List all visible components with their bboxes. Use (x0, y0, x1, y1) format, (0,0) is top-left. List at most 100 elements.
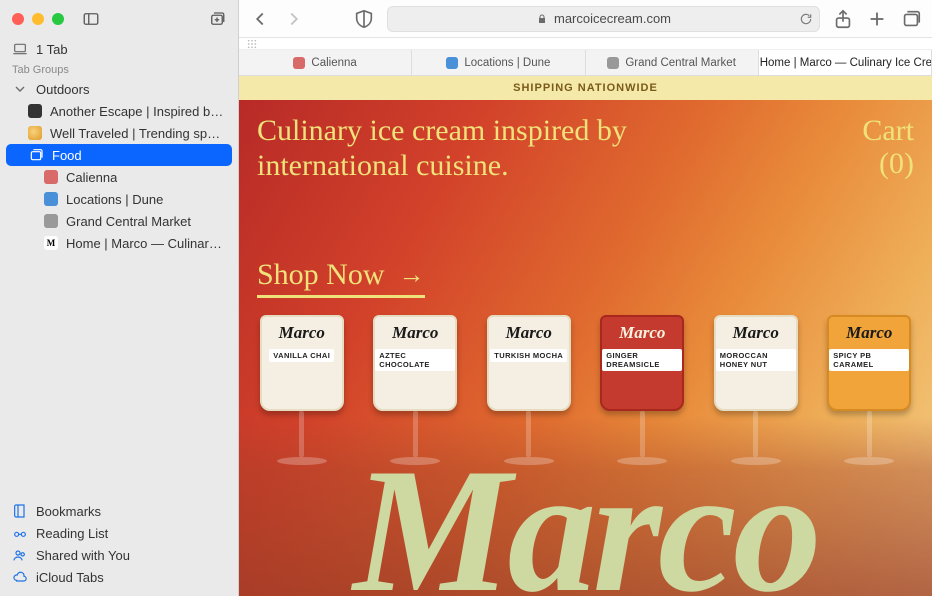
sidebar-item-label: Well Traveled | Trending spots, en… (50, 126, 226, 141)
tab-label: Grand Central Market (625, 57, 736, 69)
sidebar-item-food[interactable]: Food (6, 144, 232, 166)
tab-group-outdoors[interactable]: Outdoors (0, 78, 238, 100)
back-button[interactable] (249, 8, 271, 30)
brand-logo-text: Marco (239, 455, 932, 596)
reading-list-label: Reading List (36, 526, 108, 541)
pint-flavor: GINGER DREAMSICLE (602, 349, 682, 371)
pint-flavor: VANILLA CHAI (269, 349, 334, 362)
cart-link[interactable]: Cart (0) (862, 114, 914, 180)
sidebar-item-gcm[interactable]: Grand Central Market (0, 210, 238, 232)
tab-dune[interactable]: Locations | Dune (412, 50, 585, 75)
tab-gcm[interactable]: Grand Central Market (586, 50, 759, 75)
pint-flavor: SPICY PB CARAMEL (829, 349, 909, 371)
toolbar: marcoicecream.com (239, 0, 932, 38)
hero-headline: Culinary ice cream inspired by internati… (257, 114, 677, 183)
sidebar: 1 Tab Tab Groups Outdoors Another Escape… (0, 0, 239, 596)
sidebar-item-label: Locations | Dune (66, 192, 163, 207)
tab-group-icon (28, 147, 44, 163)
favicon-icon: M (44, 236, 58, 250)
pint-cup: Marco MOROCCAN HONEY NUT (714, 315, 798, 411)
favicon-icon (44, 170, 58, 184)
arrow-right-icon: → (399, 260, 425, 290)
sidebar-item-dune[interactable]: Locations | Dune (0, 188, 238, 210)
tab-label: Calienna (311, 57, 356, 69)
minimize-window-button[interactable] (32, 13, 44, 25)
sidebar-item-label: Another Escape | Inspired by nature (50, 104, 226, 119)
tab-groups-heading: Tab Groups (0, 60, 238, 78)
main-content-area: marcoicecream.com Calienna (239, 0, 932, 596)
favorites-bar (239, 38, 932, 50)
tab-calienna[interactable]: Calienna (239, 50, 412, 75)
sidebar-toggle-icon[interactable] (82, 10, 100, 28)
favicon-icon (293, 57, 305, 69)
people-icon (12, 547, 28, 563)
sidebar-item-well-traveled[interactable]: Well Traveled | Trending spots, en… (0, 122, 238, 144)
sidebar-item-another-escape[interactable]: Another Escape | Inspired by nature (0, 100, 238, 122)
address-bar[interactable]: marcoicecream.com (387, 6, 820, 32)
new-tab-button[interactable] (866, 8, 888, 30)
shared-with-you-label: Shared with You (36, 548, 130, 563)
shipping-banner: SHIPPING NATIONWIDE (239, 76, 932, 100)
pint-flavor: AZTEC CHOCOLATE (375, 349, 455, 371)
cart-count: (0) (862, 147, 914, 180)
chevron-down-icon (12, 81, 28, 97)
reload-icon[interactable] (799, 12, 813, 26)
sidebar-item-marco[interactable]: M Home | Marco — Culinary Ice Cream (0, 232, 238, 254)
favorites-grid-icon[interactable] (247, 39, 257, 49)
pint-cup: Marco AZTEC CHOCOLATE (373, 315, 457, 411)
cloud-icon (12, 569, 28, 585)
tab-overview-button[interactable] (900, 8, 922, 30)
address-text: marcoicecream.com (554, 11, 671, 26)
pint-brand: Marco (619, 323, 665, 343)
glasses-icon (12, 525, 28, 541)
sidebar-bottom-section: Bookmarks Reading List Shared with You i… (0, 500, 238, 596)
tab-label: Home | Marco — Culinary Ice Cream (760, 57, 932, 69)
tab-group-label: Outdoors (36, 82, 89, 97)
pint-brand: Marco (846, 323, 892, 343)
pint-flavor: TURKISH MOCHA (490, 349, 567, 362)
zoom-window-button[interactable] (52, 13, 64, 25)
tab-bar: Calienna Locations | Dune Grand Central … (239, 50, 932, 76)
pint-brand: Marco (506, 323, 552, 343)
lock-icon (536, 13, 548, 25)
pint-cup: Marco VANILLA CHAI (260, 315, 344, 411)
pint: Marco VANILLA CHAI (252, 315, 352, 465)
tab-count-row[interactable]: 1 Tab (0, 38, 238, 60)
pint: Marco SPICY PB CARAMEL (819, 315, 919, 465)
tab-label: Locations | Dune (464, 57, 550, 69)
cart-label: Cart (862, 114, 914, 147)
pint-brand: Marco (279, 323, 325, 343)
shared-with-you-row[interactable]: Shared with You (0, 544, 238, 566)
bookmarks-label: Bookmarks (36, 504, 101, 519)
new-tab-group-icon[interactable] (208, 10, 226, 28)
shop-now-link[interactable]: Shop Now → (257, 258, 425, 298)
close-window-button[interactable] (12, 13, 24, 25)
pint-brand: Marco (392, 323, 438, 343)
window-titlebar (0, 0, 238, 38)
hero-section: Marco VANILLA CHAI Marco AZTEC CHOCOLATE… (239, 100, 932, 596)
favicon-icon (607, 57, 619, 69)
favicon-icon (44, 192, 58, 206)
shop-now-label: Shop Now (257, 258, 385, 292)
pint-cup: Marco SPICY PB CARAMEL (827, 315, 911, 411)
traffic-lights (12, 13, 64, 25)
share-button[interactable] (832, 8, 854, 30)
icloud-tabs-label: iCloud Tabs (36, 570, 104, 585)
pint-brand: Marco (733, 323, 779, 343)
pint-flavor: MOROCCAN HONEY NUT (716, 349, 796, 371)
bookmarks-row[interactable]: Bookmarks (0, 500, 238, 522)
safari-window: 1 Tab Tab Groups Outdoors Another Escape… (0, 0, 932, 596)
webpage-content: SHIPPING NATIONWIDE Marco VANILLA CHAI M… (239, 76, 932, 596)
privacy-shield-icon[interactable] (353, 8, 375, 30)
pint-cup: Marco GINGER DREAMSICLE (600, 315, 684, 411)
tab-count-label: 1 Tab (36, 42, 68, 57)
icloud-tabs-row[interactable]: iCloud Tabs (0, 566, 238, 588)
sidebar-item-calienna[interactable]: Calienna (0, 166, 238, 188)
book-icon (12, 503, 28, 519)
sidebar-item-label: Calienna (66, 170, 117, 185)
tab-marco[interactable]: M Home | Marco — Culinary Ice Cream (759, 50, 932, 75)
favicon-icon (44, 214, 58, 228)
reading-list-row[interactable]: Reading List (0, 522, 238, 544)
sidebar-item-label: Home | Marco — Culinary Ice Cream (66, 236, 226, 251)
forward-button[interactable] (283, 8, 305, 30)
